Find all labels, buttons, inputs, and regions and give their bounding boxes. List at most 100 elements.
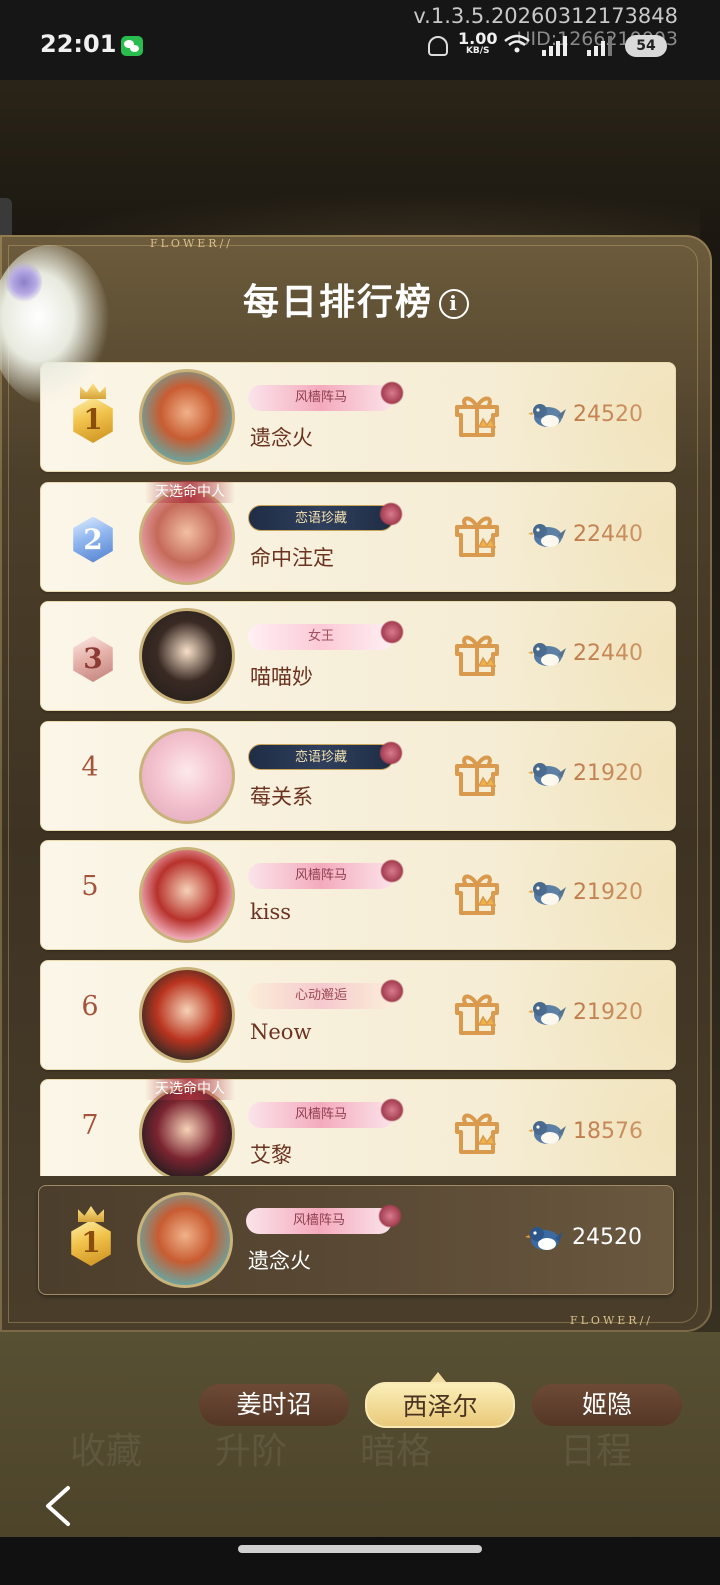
tab-ji-yin[interactable]: 姬隐 bbox=[532, 1384, 682, 1426]
bird-icon bbox=[528, 1118, 566, 1148]
gift-icon[interactable] bbox=[453, 393, 501, 439]
title-badge-ornament bbox=[378, 1204, 402, 1228]
title-badge-ornament bbox=[379, 740, 403, 765]
rank-number: 7 bbox=[81, 1110, 99, 1141]
bird-icon bbox=[528, 401, 566, 431]
bird-icon bbox=[528, 760, 566, 790]
avatar[interactable] bbox=[139, 488, 235, 585]
rank-badge-rose: 3 bbox=[73, 636, 113, 682]
rank-badge: 1 bbox=[70, 383, 116, 443]
gift-icon[interactable] bbox=[453, 632, 501, 678]
title-badge: 心动邂逅 bbox=[248, 978, 404, 1009]
status-time: 22:01 bbox=[40, 30, 117, 58]
rank-list[interactable]: 1 风樯阵马 遗念火 24520 2 天选命中人 恋语珍藏 命中注定 22440… bbox=[40, 362, 676, 1176]
gift-icon[interactable] bbox=[453, 1110, 501, 1156]
gift-icon[interactable] bbox=[453, 871, 501, 917]
rank-badge: 1 bbox=[68, 1206, 114, 1266]
title-badge: 风樯阵马 bbox=[248, 1098, 404, 1128]
rank-row[interactable]: 2 天选命中人 恋语珍藏 命中注定 22440 bbox=[40, 480, 676, 592]
avatar[interactable] bbox=[139, 369, 235, 465]
title-badge-ornament bbox=[380, 620, 404, 644]
rank-number: 6 bbox=[81, 990, 99, 1022]
player-name: 遗念火 bbox=[250, 426, 313, 450]
rank-row[interactable]: 6 心动邂逅 Neow 21920 bbox=[40, 959, 676, 1070]
status-bar: 22:01 v.1.3.5.20260312173848 UID:1266210… bbox=[0, 0, 720, 80]
title-badge-ornament bbox=[380, 859, 404, 883]
signal-icon bbox=[587, 36, 612, 56]
title-badge-ornament bbox=[379, 501, 403, 526]
title-badge: 恋语珍藏 bbox=[248, 501, 403, 531]
title-badge-ornament bbox=[380, 381, 404, 405]
bird-icon bbox=[525, 1227, 563, 1250]
avatar[interactable] bbox=[139, 608, 235, 704]
rank-number: 4 bbox=[81, 751, 99, 783]
bird-icon bbox=[528, 521, 566, 551]
player-name: 喵喵妙 bbox=[250, 665, 313, 689]
score: 22440 bbox=[573, 521, 643, 547]
player-name: 莓关系 bbox=[250, 784, 313, 809]
gift-icon[interactable] bbox=[453, 991, 501, 1037]
bell-icon bbox=[428, 36, 448, 56]
avatar-banner: 天选命中人 bbox=[145, 1078, 235, 1100]
signal-icon bbox=[542, 36, 567, 56]
info-icon[interactable]: i bbox=[439, 289, 469, 319]
panel-title-text: 每日排行榜 bbox=[242, 281, 433, 323]
battery-icon: 54 bbox=[625, 35, 667, 57]
rank-row[interactable]: 3 女王 喵喵妙 22440 bbox=[40, 601, 676, 711]
crown-icon bbox=[78, 1206, 104, 1222]
rank-badge: 2 bbox=[70, 516, 116, 563]
score: 22440 bbox=[573, 641, 643, 666]
bird-icon bbox=[528, 640, 566, 670]
title-badge-ornament bbox=[380, 1098, 404, 1122]
avatar[interactable] bbox=[137, 1192, 233, 1288]
rank-badge-gold: 1 bbox=[71, 1220, 111, 1266]
background-label: 升阶 bbox=[215, 1431, 288, 1472]
wechat-icon bbox=[121, 36, 143, 56]
background-label: 日程 bbox=[560, 1431, 633, 1472]
gift-icon[interactable] bbox=[453, 513, 501, 559]
wifi-icon bbox=[504, 34, 530, 53]
rank-row[interactable]: 5 风樯阵马 kiss 21920 bbox=[40, 840, 676, 950]
score: 24520 bbox=[572, 1225, 642, 1250]
score: 24520 bbox=[573, 402, 643, 427]
rank-row[interactable]: 1 风樯阵马 遗念火 24520 bbox=[40, 362, 676, 472]
score: 18576 bbox=[573, 1119, 643, 1144]
title-badge: 女王 bbox=[248, 620, 404, 650]
flower-petal-decoration bbox=[6, 262, 42, 302]
rank-badge-blue: 2 bbox=[73, 516, 113, 563]
score: 21920 bbox=[573, 760, 643, 786]
avatar-banner: 天选命中人 bbox=[145, 480, 235, 503]
background-label: 收藏 bbox=[70, 1431, 143, 1472]
home-indicator[interactable] bbox=[238, 1545, 482, 1553]
rank-badge-gold: 1 bbox=[73, 397, 113, 443]
tab-jiang-shizhao[interactable]: 姜时诏 bbox=[199, 1384, 349, 1426]
rank-row[interactable]: 7 天选命中人 风樯阵马 艾黎 18576 bbox=[40, 1078, 676, 1176]
character-tabs: 姜时诏 西泽尔 姬隐 bbox=[199, 1382, 683, 1428]
rank-number: 5 bbox=[81, 871, 99, 902]
gift-icon[interactable] bbox=[453, 752, 501, 798]
bird-icon bbox=[528, 879, 566, 909]
player-name: Neow bbox=[250, 1019, 312, 1044]
self-rank-row: 1 风樯阵马 遗念火 24520 bbox=[38, 1185, 674, 1295]
avatar[interactable] bbox=[139, 966, 235, 1063]
flower-tag: FLOWER// bbox=[570, 1314, 653, 1327]
version-text: v.1.3.5.20260312173848 bbox=[413, 4, 678, 28]
title-badge: 风樯阵马 bbox=[248, 859, 404, 889]
score: 21920 bbox=[573, 880, 643, 905]
avatar[interactable] bbox=[139, 727, 235, 824]
net-speed: 1.00 KB/S bbox=[458, 29, 498, 57]
avatar[interactable] bbox=[139, 847, 235, 943]
rank-badge: 3 bbox=[70, 636, 116, 682]
player-name: 遗念火 bbox=[248, 1249, 311, 1273]
score: 21920 bbox=[573, 999, 643, 1025]
tab-xi-zeer[interactable]: 西泽尔 bbox=[365, 1382, 515, 1428]
player-name: 命中注定 bbox=[250, 545, 334, 570]
rank-row[interactable]: 4 恋语珍藏 莓关系 21920 bbox=[40, 720, 676, 831]
title-badge: 风樯阵马 bbox=[248, 381, 404, 411]
bird-icon bbox=[528, 999, 566, 1029]
title-badge: 恋语珍藏 bbox=[248, 740, 403, 770]
title-badge: 风樯阵马 bbox=[246, 1204, 402, 1234]
back-arrow-icon[interactable] bbox=[40, 1484, 80, 1528]
player-name: kiss bbox=[250, 900, 291, 924]
ranking-panel: FLOWER// FLOWER// 每日排行榜 i 1 风樯阵马 遗念火 2452… bbox=[0, 235, 712, 1332]
